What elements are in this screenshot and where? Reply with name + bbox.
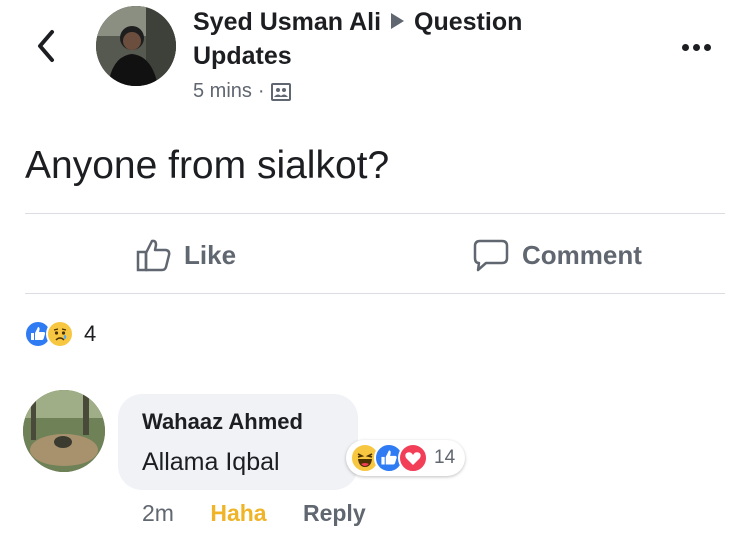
back-button[interactable]	[32, 26, 62, 66]
like-button[interactable]: Like	[136, 232, 236, 278]
comment-button[interactable]: Comment	[472, 232, 642, 278]
comment-actions: 2m Haha Reply	[142, 498, 366, 528]
haha-reaction-button[interactable]: Haha	[210, 500, 266, 526]
author-photo	[96, 6, 176, 86]
post-header: Syed Usman Ali Question	[193, 6, 522, 38]
commenter-avatar[interactable]	[23, 390, 105, 472]
group-name[interactable]: Question	[414, 8, 522, 36]
divider	[25, 213, 725, 214]
comment-text: Allama Iqbal	[142, 448, 280, 476]
post-time[interactable]: 5 mins	[193, 80, 252, 102]
post-meta: 5 mins ·	[193, 78, 291, 104]
commenter-photo	[23, 390, 105, 472]
author-avatar[interactable]	[96, 6, 176, 86]
sad-reaction-icon	[46, 320, 74, 348]
comment-reaction-count: 14	[434, 447, 456, 468]
more-dot-icon	[704, 44, 711, 51]
group-name-line2[interactable]: Updates	[193, 40, 292, 72]
divider	[25, 293, 725, 294]
chevron-left-icon	[38, 30, 54, 62]
love-reaction-icon	[398, 443, 428, 473]
more-options-button[interactable]	[682, 38, 720, 54]
post-text: Anyone from sialkot?	[25, 144, 390, 187]
more-dot-icon	[693, 44, 700, 51]
comment-time[interactable]: 2m	[142, 500, 174, 526]
comment-reactions[interactable]: 14	[346, 440, 466, 476]
comment-bubble-icon	[473, 239, 509, 272]
more-dot-icon	[682, 44, 689, 51]
reactions-summary[interactable]: 4	[24, 318, 96, 350]
like-label: Like	[184, 239, 237, 270]
author-name[interactable]: Syed Usman Ali	[193, 8, 381, 36]
reaction-count: 4	[84, 321, 97, 346]
reply-button[interactable]: Reply	[303, 500, 366, 526]
comment-label: Comment	[522, 239, 642, 270]
commenter-name[interactable]: Wahaaz Ahmed	[142, 408, 303, 436]
group-icon	[270, 83, 291, 101]
thumbs-up-icon	[136, 239, 171, 272]
shared-to-arrow-icon	[391, 13, 405, 29]
meta-separator: ·	[257, 80, 265, 102]
